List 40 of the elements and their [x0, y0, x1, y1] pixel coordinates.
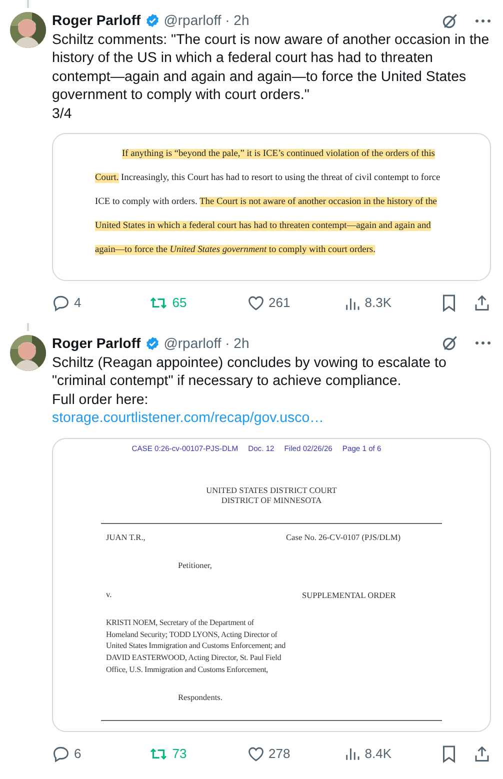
tweet-text: Schiltz (Reagan appointee) concludes by vowing to escalate to "criminal contempt" if necessary to achieve compliance.	[52, 354, 448, 391]
slashed-circle-icon[interactable]	[441, 12, 459, 30]
tweet-text: Full order here:	[52, 390, 150, 410]
reply-icon	[52, 744, 70, 763]
party-name: JUAN T.R.,	[106, 532, 146, 544]
author-name[interactable]: Roger Parloff	[52, 10, 141, 31]
like-button[interactable]: 278	[246, 744, 344, 764]
reply-button[interactable]: 6	[52, 744, 150, 764]
heart-icon	[246, 744, 264, 763]
versus-text: v.	[106, 588, 113, 601]
document-card[interactable]	[52, 133, 491, 282]
respondents-text: KRISTI NOEM, Secretary of the Department of Homeland Security; TODD LYONS, Acting Director of United States Immigration and Customs Enforcement; and DAVID EASTERWOOD, Acting Director, St. Paul Field Office, U.S. Immigration and Customs Enforcement,	[106, 617, 286, 676]
order-title: SUPPLEMENTAL ORDER	[302, 590, 397, 602]
author-handle[interactable]: @rparloff · 2h	[164, 10, 250, 31]
tweet-text: Schiltz comments: "The court is now aware of another occasion in the history of the US in which a federal court has had to threaten contempt—again and again and again—to force the United States government to comply with court orders."	[52, 31, 490, 105]
avatar[interactable]	[10, 334, 46, 371]
author-name[interactable]: Roger Parloff	[52, 332, 141, 354]
case-number: Case No. 26-CV-0107 (PJS/DLM)	[286, 532, 402, 544]
party-role: Petitioner,	[177, 560, 214, 572]
like-button[interactable]: 261	[246, 293, 344, 313]
author-handle[interactable]: @rparloff · 2h	[164, 332, 250, 354]
views-button[interactable]: 8.4K	[344, 744, 441, 764]
tweet-text: 3/4	[52, 104, 73, 124]
bookmark-icon[interactable]	[441, 744, 457, 763]
more-icon[interactable]	[475, 18, 491, 22]
court-name: UNITED STATES DISTRICT COURT	[205, 486, 338, 496]
share-icon[interactable]	[473, 744, 491, 763]
reply-icon	[52, 294, 70, 312]
slashed-circle-icon[interactable]	[441, 334, 459, 352]
heart-icon	[246, 294, 264, 312]
views-button[interactable]: 8.3K	[344, 293, 441, 313]
document-card[interactable]	[52, 438, 491, 732]
avatar[interactable]	[10, 12, 46, 48]
document-excerpt: If anything is “beyond the pale,” it is ICE’s continued violation of the orders of this Court. Increasingly, this Court has had to resort to using the threat of civil contempt to force ICE to comply with orders. The Court is not aware of another occasion in the history of the United States in which a federal court has had to threaten contempt—again and again and again—to force the United States government to comply with court orders.	[94, 148, 442, 258]
reply-button[interactable]: 4	[52, 293, 150, 313]
more-icon[interactable]	[475, 341, 491, 346]
bookmark-icon[interactable]	[441, 294, 457, 312]
share-icon[interactable]	[473, 294, 491, 312]
party-role: Respondents.	[177, 692, 224, 704]
court-name: DISTRICT OF MINNESOTA	[220, 496, 323, 507]
